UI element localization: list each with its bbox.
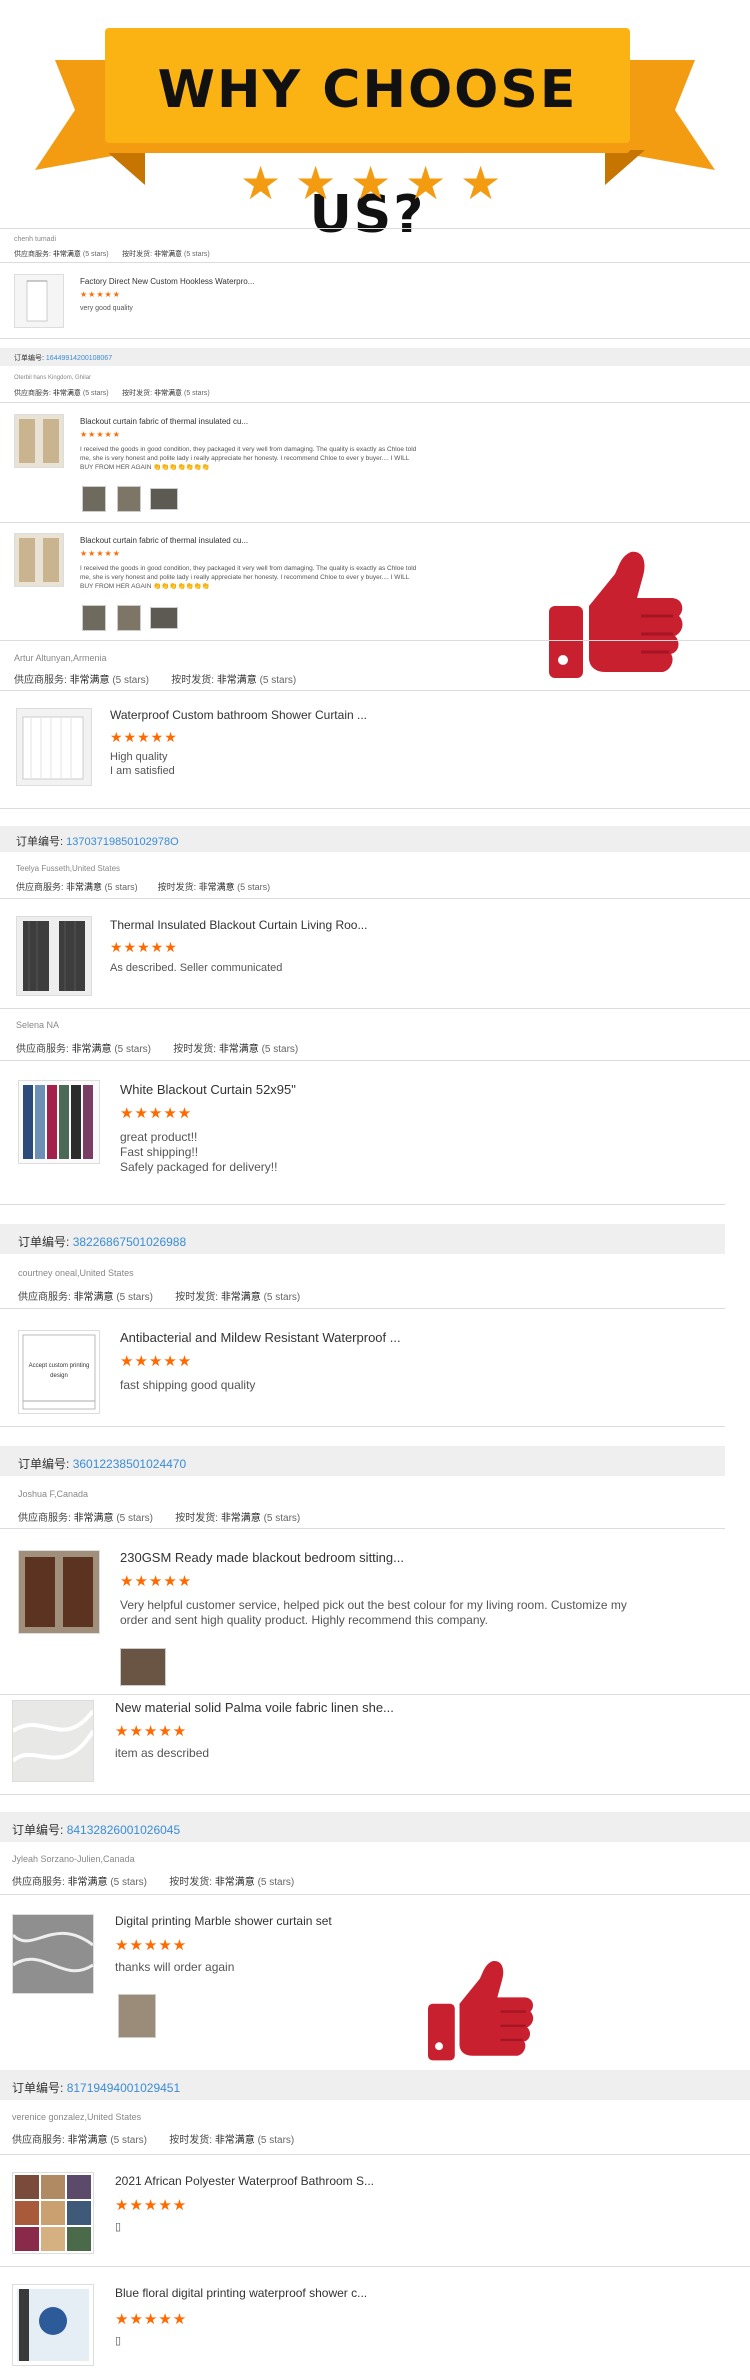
star-icon: ★ — [240, 157, 282, 209]
product-thumbnail[interactable] — [12, 2284, 94, 2366]
product-thumbnail[interactable] — [14, 414, 64, 468]
product-title[interactable]: New material solid Palma voile fabric li… — [115, 1700, 394, 1715]
product-title[interactable]: Blue floral digital printing waterproof … — [115, 2286, 367, 2300]
thumbs-up-icon — [428, 1960, 534, 2061]
review-text: High quality — [110, 751, 168, 763]
product-title[interactable]: Waterproof Custom bathroom Shower Curtai… — [110, 708, 367, 722]
rating-stars: ★★★★★ — [120, 1105, 193, 1122]
product-title[interactable]: White Blackout Curtain 52x95" — [120, 1082, 296, 1097]
rating-stars: ★★★★★ — [80, 549, 121, 558]
order-number: 订单编号: 84132826001026045 — [12, 1823, 181, 1837]
service-rating: 供应商服务: 非常满意 (5 stars) 按时发货: 非常满意 (5 star… — [12, 1877, 295, 1888]
buyer-name: chenh tumadi — [14, 236, 57, 243]
product-thumbnail[interactable] — [12, 1700, 94, 1782]
review-photo[interactable] — [117, 605, 141, 631]
buyer-name: courtney oneal,United States — [18, 1268, 134, 1278]
review-photo[interactable] — [118, 1994, 156, 2038]
rating-stars: ★★★★★ — [80, 430, 121, 439]
product-thumbnail[interactable] — [14, 533, 64, 587]
product-thumbnail[interactable] — [16, 708, 92, 786]
banner-title: WHY CHOOSE US? — [157, 60, 578, 245]
service-rating: 供应商服务: 非常满意 (5 stars) 按时发货: 非常满意 (5 star… — [18, 1292, 301, 1303]
star-icon: ★ — [350, 157, 392, 209]
product-thumbnail[interactable] — [12, 1914, 94, 1994]
review-text: As described. Seller communicated — [110, 962, 283, 974]
review-text: I received the goods in good condition, … — [80, 565, 417, 590]
review-photo[interactable] — [82, 486, 106, 512]
review-text: I am satisfied — [110, 765, 175, 777]
service-rating: 供应商服务: 非常满意 (5 stars) 按时发货: 非常满意 (5 star… — [14, 675, 297, 686]
rating-stars: ★★★★★ — [110, 729, 178, 745]
service-rating: 供应商服务: 非常满意 (5 stars) 按时发货: 非常满意 (5 star… — [16, 1044, 299, 1055]
buyer-name: Teelya Fusseth,United States — [16, 864, 121, 873]
service-rating: 供应商服务: 非常满意 (5 stars) 按时发货: 非常满意 (5 star… — [12, 2135, 295, 2146]
product-title[interactable]: Factory Direct New Custom Hookless Water… — [80, 277, 254, 286]
review-photo[interactable] — [82, 605, 106, 631]
review-text: ▯ — [115, 2335, 122, 2347]
review-photo[interactable] — [150, 488, 178, 510]
buyer-name: Selena NA — [16, 1020, 60, 1030]
service-rating: 供应商服务: 非常满意 (5 stars) 按时发货: 非常满意 (5 star… — [18, 1513, 301, 1524]
review-text: very good quality — [80, 305, 133, 312]
product-thumbnail[interactable]: Accept custom printing design — [18, 1330, 100, 1414]
review-text: Fast shipping!! — [120, 1145, 199, 1159]
thumbnail-caption: Accept custom printing design — [28, 1363, 90, 1379]
buyer-name: verenice gonzalez,United States — [12, 2112, 142, 2122]
star-icon: ★ — [460, 157, 502, 209]
order-header — [0, 348, 750, 366]
product-title[interactable]: 2021 African Polyester Waterproof Bathro… — [115, 2174, 374, 2188]
product-thumbnail[interactable] — [12, 2172, 94, 2254]
rating-stars: ★★★★★ — [120, 1573, 193, 1590]
buyer-name: Artur Altunyan,Armenia — [14, 653, 107, 663]
product-thumbnail[interactable] — [14, 274, 64, 328]
why-choose-us-banner: WHY CHOOSE US? ★ ★ ★ ★ ★ — [0, 0, 750, 245]
review-photo[interactable] — [150, 607, 178, 629]
buyer-name: Joshua F,Canada — [18, 1489, 89, 1499]
product-title[interactable]: Blackout curtain fabric of thermal insul… — [80, 536, 248, 545]
service-rating: 供应商服务: 非常满意 (5 stars) 按时发货: 非常满意 (5 star… — [14, 390, 210, 397]
order-number: 订单编号: 38226867501026988 — [18, 1235, 187, 1249]
rating-stars: ★★★★★ — [115, 2311, 188, 2328]
rating-stars: ★★★★★ — [115, 2197, 188, 2214]
rating-stars: ★★★★★ — [120, 1353, 193, 1370]
product-title[interactable]: Thermal Insulated Blackout Curtain Livin… — [110, 918, 367, 932]
review-text: ▯ — [115, 2221, 122, 2233]
buyer-name: Oterbil hans Kingdom, Ghilar — [14, 375, 92, 381]
review-photo[interactable] — [120, 1648, 166, 1686]
review-text: item as described — [115, 1746, 210, 1760]
buyer-name: Jyleah Sorzano-Julien,Canada — [12, 1854, 135, 1864]
thumbs-up-icon — [549, 551, 683, 678]
product-title[interactable]: Blackout curtain fabric of thermal insul… — [80, 417, 248, 426]
rating-stars: ★★★★★ — [115, 1723, 188, 1740]
product-thumbnail[interactable] — [18, 1080, 100, 1164]
product-thumbnail[interactable] — [18, 1550, 100, 1634]
order-number: 订单编号: 81719494001029451 — [12, 2081, 181, 2095]
review-text: thanks will order again — [115, 1960, 235, 1974]
product-thumbnail[interactable] — [16, 916, 92, 996]
order-number: 订单编号: 13703719850102978O — [16, 836, 179, 848]
star-icon: ★ — [405, 157, 447, 209]
product-title[interactable]: 230GSM Ready made blackout bedroom sitti… — [120, 1550, 404, 1565]
rating-stars: ★★★★★ — [115, 1937, 188, 1954]
review-text: Very helpful customer service, helped pi… — [120, 1598, 627, 1627]
service-rating: 供应商服务: 非常满意 (5 stars) 按时发货: 非常满意 (5 star… — [14, 251, 210, 258]
order-number: 订单编号: 16449914200108067 — [14, 355, 113, 362]
service-rating: 供应商服务: 非常满意 (5 stars) 按时发货: 非常满意 (5 star… — [16, 882, 271, 892]
review-text: I received the goods in good condition, … — [80, 446, 417, 471]
rating-stars: ★★★★★ — [80, 290, 121, 299]
product-title[interactable]: Digital printing Marble shower curtain s… — [115, 1914, 332, 1928]
star-icon: ★ — [295, 157, 337, 209]
product-title[interactable]: Antibacterial and Mildew Resistant Water… — [120, 1330, 401, 1345]
rating-stars: ★★★★★ — [110, 939, 178, 955]
review-text: great product!! — [120, 1130, 198, 1144]
review-photo[interactable] — [117, 486, 141, 512]
review-text: Safely packaged for delivery!! — [120, 1160, 278, 1174]
review-text: fast shipping good quality — [120, 1378, 256, 1392]
order-number: 订单编号: 36012238501024470 — [18, 1457, 187, 1471]
